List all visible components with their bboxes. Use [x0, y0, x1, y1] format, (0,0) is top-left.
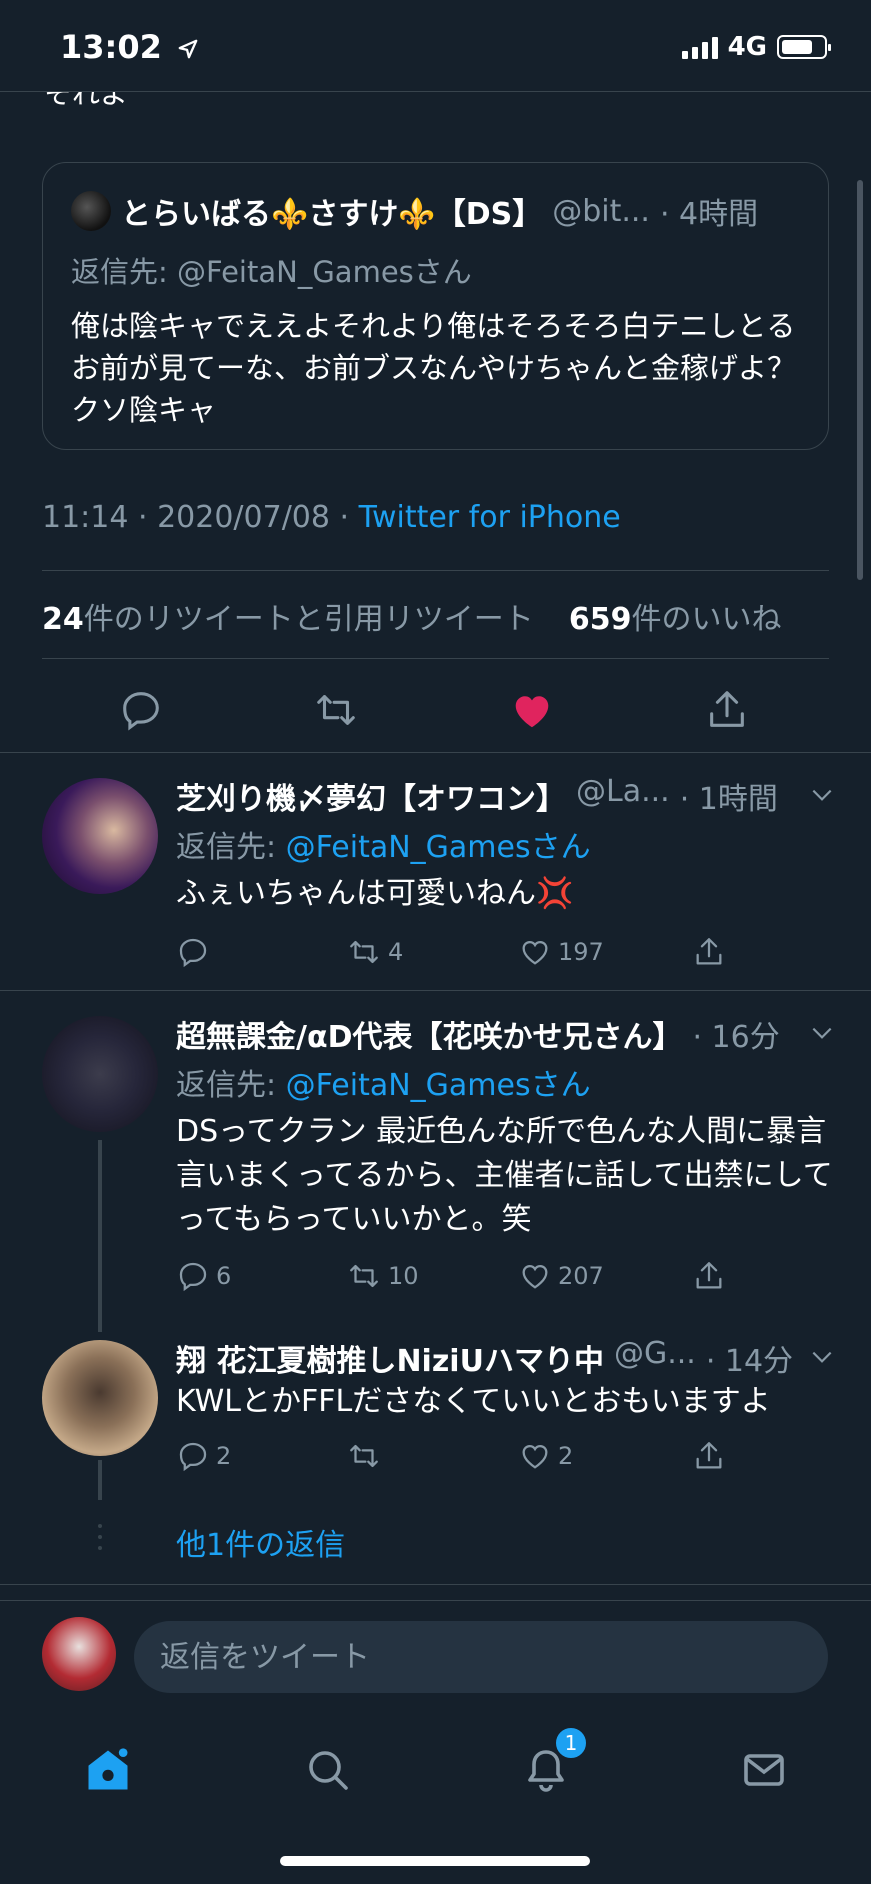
avatar[interactable]	[42, 1340, 158, 1456]
reply-time: · 16分	[692, 1020, 780, 1055]
like-icon-active[interactable]	[508, 687, 556, 737]
show-more-replies-link[interactable]: 他1件の返信	[176, 1520, 345, 1564]
reply-actions: 2 2	[176, 1436, 736, 1476]
tab-search[interactable]	[298, 1740, 358, 1800]
reply-display-name[interactable]: 翔 花江夏樹推しNiziUハマり中	[176, 1336, 604, 1380]
retweets-count[interactable]: 24	[42, 602, 84, 637]
chevron-down-icon[interactable]	[809, 1344, 835, 1370]
reply-icon[interactable]: 6	[176, 1259, 231, 1293]
reply-display-name[interactable]: 芝刈り機〆夢幻【オワコン】	[176, 774, 566, 818]
share-icon[interactable]	[692, 1259, 726, 1293]
chevron-down-icon[interactable]	[809, 1020, 835, 1046]
tab-home[interactable]	[78, 1740, 138, 1800]
quoted-reply-to: 返信先: @FeitaN_Gamesさん	[71, 255, 472, 289]
reply-handle: @G...	[613, 1336, 696, 1371]
quoted-tweet[interactable]: とらいばる⚜️さすけ⚜️【DS】 @bit... · 4時間 返信先: @Fei…	[42, 162, 829, 450]
quoted-time: · 4時間	[659, 197, 759, 232]
home-indicator[interactable]	[280, 1856, 590, 1866]
like-icon[interactable]: 2	[518, 1439, 573, 1473]
status-time: 13:02	[60, 28, 199, 66]
reply-tweet[interactable]: 超無課金/αD代表【花咲かせ兄さん】 · 16分 返信先: @FeitaN_Ga…	[0, 990, 871, 1330]
reply-icon[interactable]: 2	[176, 1439, 231, 1473]
reply-composer	[0, 1600, 871, 1710]
share-icon[interactable]	[692, 935, 726, 969]
divider	[0, 1584, 871, 1585]
reply-time: · 1時間	[679, 782, 778, 817]
reply-text: DSってクラン 最近色んな所で色んな人間に暴言言いまくってるから、主催者に話して…	[176, 1114, 833, 1237]
tab-notifications[interactable]: 1	[516, 1726, 588, 1800]
retweet-icon[interactable]	[346, 1439, 388, 1473]
notification-badge: 1	[554, 1726, 588, 1760]
quoted-tweet-text: 俺は陰キャでええよそれより俺はそろそろ白テニしとるお前が見てーな、お前ブスなんや…	[71, 309, 797, 427]
tweet-meta: 11:14 · 2020/07/08 · Twitter for iPhone	[42, 500, 621, 535]
reply-actions: 4 197	[176, 932, 736, 972]
reply-display-name[interactable]: 超無課金/αD代表【花咲かせ兄さん】	[176, 1012, 682, 1056]
tab-messages[interactable]	[734, 1740, 794, 1800]
my-avatar[interactable]	[42, 1617, 116, 1691]
reply-text: ふぇいちゃんは可愛いねん💢	[176, 876, 574, 911]
likes-count[interactable]: 659	[569, 602, 632, 637]
reply-input[interactable]	[134, 1621, 828, 1693]
like-icon[interactable]: 207	[518, 1259, 604, 1293]
quoted-display-name: とらいばる⚜️さすけ⚜️【DS】	[121, 197, 543, 232]
avatar[interactable]	[42, 1016, 158, 1132]
retweet-icon[interactable]: 10	[346, 1259, 419, 1293]
divider	[42, 658, 829, 659]
reply-tweet[interactable]: 翔 花江夏樹推しNiziUハマり中 @G... · 14分 KWLとかFFLださ…	[0, 1330, 871, 1500]
reply-icon[interactable]	[118, 687, 164, 737]
tweet-stats: 24件のリツイートと引用リツイート 659件のいいね	[42, 602, 782, 637]
reply-actions: 6 10 207	[176, 1256, 736, 1296]
chevron-down-icon[interactable]	[809, 782, 835, 808]
scrollbar[interactable]	[857, 180, 863, 580]
reply-icon[interactable]	[176, 935, 216, 969]
status-bar: 13:02 4G	[0, 0, 871, 92]
like-icon[interactable]: 197	[518, 935, 604, 969]
mail-icon	[744, 1754, 784, 1786]
avatar[interactable]	[42, 778, 158, 894]
reply-handle: @La...	[576, 774, 670, 809]
reply-time: · 14分	[705, 1344, 794, 1379]
share-icon[interactable]	[692, 1439, 726, 1473]
location-arrow-icon	[178, 39, 198, 59]
home-icon	[88, 1748, 128, 1790]
tweet-timestamp: 11:14 · 2020/07/08 ·	[42, 500, 359, 535]
tweet-actions	[0, 675, 871, 755]
network-type: 4G	[727, 32, 767, 62]
search-icon	[309, 1751, 348, 1790]
quoted-avatar	[71, 191, 111, 231]
reply-tweet[interactable]: 芝刈り機〆夢幻【オワコン】 @La... · 1時間 返信先: @FeitaN_…	[0, 752, 871, 990]
divider	[42, 570, 829, 571]
reply-to: 返信先: @FeitaN_Gamesさん	[176, 830, 591, 865]
retweet-icon[interactable]: 4	[346, 935, 403, 969]
share-icon[interactable]	[704, 687, 750, 737]
tweet-source-link[interactable]: Twitter for iPhone	[359, 500, 621, 535]
quoted-handle: @bit...	[552, 193, 650, 229]
signal-icon	[681, 35, 718, 59]
retweet-icon[interactable]	[312, 687, 360, 737]
battery-icon	[777, 35, 831, 59]
reply-to: 返信先: @FeitaN_Gamesさん	[176, 1068, 591, 1103]
reply-text: KWLとかFFLださなくていいとおもいますよ	[176, 1384, 771, 1419]
thread-dots-icon	[96, 1524, 104, 1550]
